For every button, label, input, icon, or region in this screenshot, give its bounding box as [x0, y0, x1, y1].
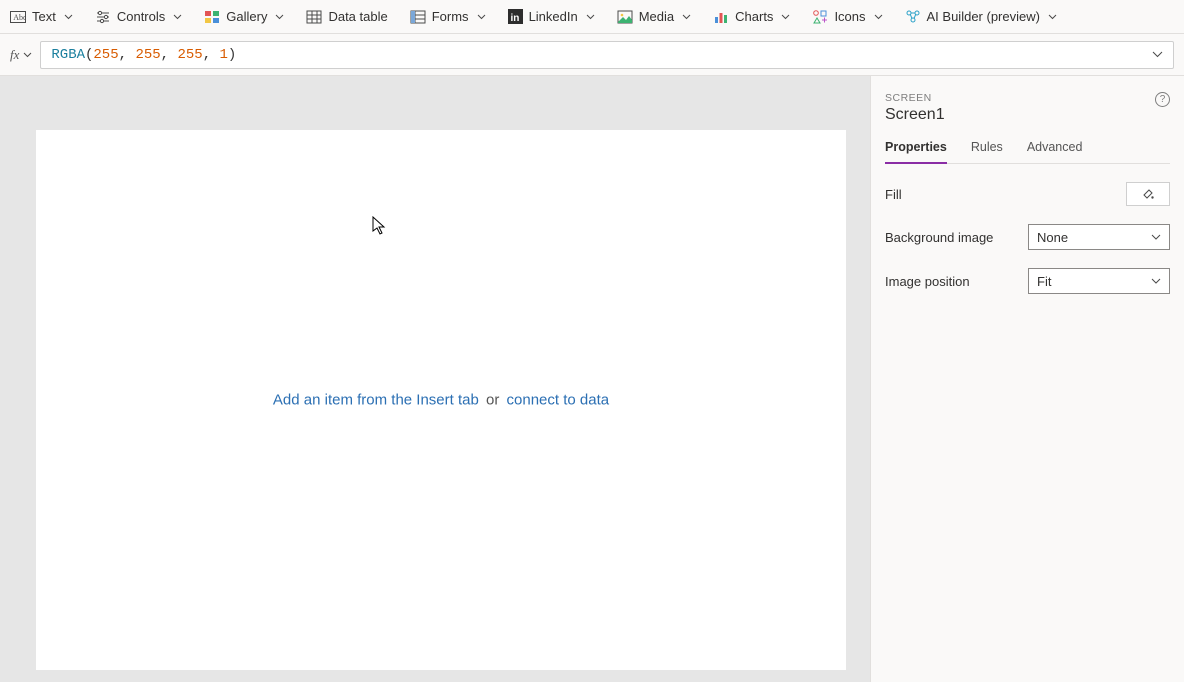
ribbon-label: Text: [32, 9, 56, 24]
ai-builder-icon: [905, 9, 921, 24]
prop-bgimage-label: Background image: [885, 230, 1028, 245]
linkedin-icon: in: [508, 9, 523, 24]
ribbon-datatable[interactable]: Data table: [306, 9, 387, 24]
ribbon-charts[interactable]: Charts: [713, 9, 790, 24]
chevron-down-icon: [1048, 14, 1057, 20]
ribbon-linkedin[interactable]: in LinkedIn: [508, 9, 595, 24]
chevron-down-icon: [23, 52, 32, 58]
imgpos-select[interactable]: Fit: [1028, 268, 1170, 294]
chevron-down-icon: [477, 14, 486, 20]
tab-advanced[interactable]: Advanced: [1027, 140, 1083, 163]
prop-fill: Fill: [885, 182, 1170, 206]
tab-properties[interactable]: Properties: [885, 140, 947, 164]
panel-section-label: SCREEN: [885, 92, 945, 104]
ribbon-aibuilder[interactable]: AI Builder (preview): [905, 9, 1057, 24]
chevron-down-icon: [275, 14, 284, 20]
chevron-down-icon: [586, 14, 595, 20]
ribbon-label: Icons: [834, 9, 865, 24]
chevron-down-icon: [682, 14, 691, 20]
ribbon-label: Forms: [432, 9, 469, 24]
chevron-down-icon: [781, 14, 790, 20]
chevron-down-icon: [1151, 278, 1161, 284]
fill-color-picker[interactable]: [1126, 182, 1170, 206]
gallery-icon: [204, 10, 220, 24]
help-icon[interactable]: ?: [1155, 92, 1170, 107]
main: Add an item from the Insert tab or conne…: [0, 76, 1184, 682]
ribbon-icons[interactable]: Icons: [812, 9, 882, 24]
ribbon-controls[interactable]: Controls: [95, 9, 182, 24]
connect-data-link[interactable]: connect to data: [507, 392, 610, 409]
fx-selector[interactable]: fx: [10, 47, 32, 63]
ribbon-label: Media: [639, 9, 674, 24]
ribbon-text[interactable]: Abc Text: [10, 9, 73, 24]
properties-panel: SCREEN Screen1 ? Properties Rules Advanc…: [870, 76, 1184, 682]
imgpos-value: Fit: [1037, 274, 1051, 289]
svg-text:Abc: Abc: [13, 13, 26, 22]
formula-fn: RGBA: [51, 47, 85, 63]
ribbon-media[interactable]: Media: [617, 9, 691, 24]
chevron-down-icon: [64, 14, 73, 20]
icons-icon: [812, 9, 828, 24]
ribbon-forms[interactable]: Forms: [410, 9, 486, 24]
svg-text:in: in: [510, 13, 519, 24]
ribbon-label: AI Builder (preview): [927, 9, 1040, 24]
text-icon: Abc: [10, 10, 26, 24]
charts-icon: [713, 10, 729, 24]
controls-icon: [95, 10, 111, 24]
prop-imgpos-label: Image position: [885, 274, 1028, 289]
chevron-down-icon[interactable]: [1152, 51, 1163, 58]
forms-icon: [410, 10, 426, 24]
panel-title: Screen1: [885, 106, 945, 124]
ribbon: Abc Text Controls Gallery Data table For…: [0, 0, 1184, 34]
chevron-down-icon: [173, 14, 182, 20]
ribbon-label: Controls: [117, 9, 165, 24]
insert-link[interactable]: Add an item from the Insert tab: [273, 392, 479, 409]
panel-tabs: Properties Rules Advanced: [885, 140, 1170, 164]
chevron-down-icon: [874, 14, 883, 20]
chevron-down-icon: [1151, 234, 1161, 240]
bgimage-select[interactable]: None: [1028, 224, 1170, 250]
bgimage-value: None: [1037, 230, 1068, 245]
prop-bgimage: Background image None: [885, 224, 1170, 250]
prop-imgpos: Image position Fit: [885, 268, 1170, 294]
prop-fill-label: Fill: [885, 187, 1126, 202]
tab-rules[interactable]: Rules: [971, 140, 1003, 163]
ribbon-label: Data table: [328, 9, 387, 24]
formula-bar: fx RGBA(255, 255, 255, 1): [0, 34, 1184, 76]
ribbon-label: LinkedIn: [529, 9, 578, 24]
media-icon: [617, 10, 633, 24]
ribbon-label: Charts: [735, 9, 773, 24]
table-icon: [306, 10, 322, 24]
placeholder-or: or: [486, 392, 499, 409]
formula-input[interactable]: RGBA(255, 255, 255, 1): [40, 41, 1174, 69]
ribbon-label: Gallery: [226, 9, 267, 24]
ribbon-gallery[interactable]: Gallery: [204, 9, 284, 24]
canvas-zone: Add an item from the Insert tab or conne…: [0, 76, 870, 682]
canvas-placeholder: Add an item from the Insert tab or conne…: [273, 392, 609, 409]
paint-icon: [1141, 187, 1155, 201]
design-canvas[interactable]: Add an item from the Insert tab or conne…: [36, 130, 846, 670]
